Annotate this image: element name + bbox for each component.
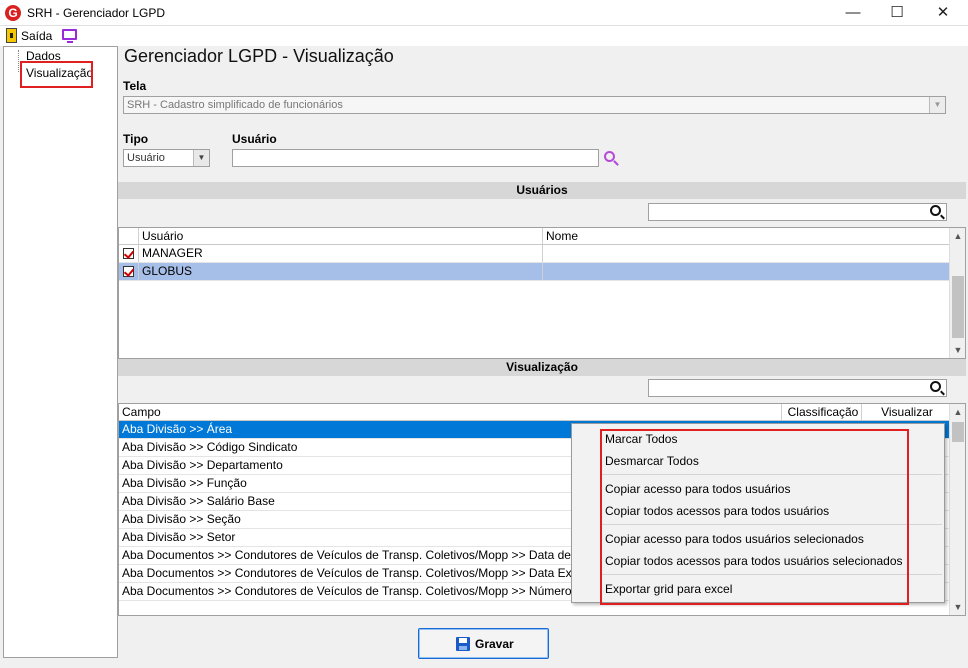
scrollbar-thumb[interactable] xyxy=(952,422,964,442)
sidebar-tree xyxy=(3,46,118,658)
column-classificacao[interactable]: Classificação xyxy=(782,404,862,420)
search-icon[interactable] xyxy=(930,381,941,392)
checkbox-checked[interactable] xyxy=(123,248,134,259)
scroll-up-icon[interactable]: ▲ xyxy=(950,228,966,244)
tipo-label: Tipo xyxy=(123,132,149,146)
minimize-button[interactable]: — xyxy=(830,0,876,26)
vertical-scrollbar[interactable]: ▲ ▼ xyxy=(949,228,965,358)
table-row-selected[interactable]: GLOBUS xyxy=(119,263,949,281)
cell-usuario: GLOBUS xyxy=(139,263,543,280)
maximize-button[interactable]: ☐ xyxy=(874,0,920,26)
scroll-up-icon[interactable]: ▲ xyxy=(950,404,966,420)
visualizacao-search-input[interactable] xyxy=(648,379,947,397)
usuarios-grid: Usuário Nome MANAGER GLOBUS ▲ ▼ xyxy=(118,227,966,359)
exit-door-icon[interactable] xyxy=(6,28,17,43)
scrollbar-thumb[interactable] xyxy=(952,276,964,338)
grid-header: Usuário Nome xyxy=(119,228,949,245)
scroll-down-icon[interactable]: ▼ xyxy=(950,342,966,358)
column-nome[interactable]: Nome xyxy=(543,228,949,244)
usuarios-section-title: Usuários xyxy=(118,182,966,199)
highlight-box xyxy=(600,429,909,605)
page-title: Gerenciador LGPD - Visualização xyxy=(124,46,394,66)
scroll-down-icon[interactable]: ▼ xyxy=(950,599,966,615)
search-icon[interactable] xyxy=(930,205,941,216)
tipo-select-value: Usuário xyxy=(127,152,165,164)
tela-label: Tela xyxy=(123,79,147,93)
save-button-label: Gravar xyxy=(475,637,514,651)
close-button[interactable]: ✕ xyxy=(920,0,966,26)
cell-usuario: MANAGER xyxy=(139,245,543,262)
chevron-down-icon[interactable]: ▼ xyxy=(193,150,209,166)
usuarios-search-input[interactable] xyxy=(648,203,947,221)
grid-header: Campo Classificação Visualizar xyxy=(119,404,949,421)
vertical-scrollbar[interactable]: ▲ ▼ xyxy=(949,404,965,615)
app-logo-icon: G xyxy=(5,5,21,21)
menu-exit[interactable]: Saída xyxy=(21,29,52,43)
window-title: SRH - Gerenciador LGPD xyxy=(27,6,166,20)
column-usuario[interactable]: Usuário xyxy=(139,228,543,244)
column-visualizar[interactable]: Visualizar xyxy=(862,404,949,420)
cell-nome xyxy=(543,245,949,262)
tipo-select[interactable]: Usuário ▼ xyxy=(123,149,210,167)
highlight-box xyxy=(20,61,93,88)
floppy-disk-icon xyxy=(456,637,470,651)
monitor-icon[interactable] xyxy=(62,29,77,43)
checkbox-checked[interactable] xyxy=(123,266,134,277)
usuario-label: Usuário xyxy=(232,132,277,146)
visualizacao-section-title: Visualização xyxy=(118,359,966,376)
cell-nome xyxy=(543,263,949,280)
menu-bar xyxy=(0,26,968,46)
usuario-input[interactable] xyxy=(232,149,599,167)
chevron-down-icon[interactable]: ▼ xyxy=(929,97,945,113)
search-icon[interactable] xyxy=(604,151,619,166)
tree-connector xyxy=(18,50,19,72)
column-campo[interactable]: Campo xyxy=(119,404,782,420)
table-row[interactable]: MANAGER xyxy=(119,245,949,263)
tela-select-value: SRH - Cadastro simplificado de funcionár… xyxy=(127,99,343,111)
save-button[interactable]: Gravar xyxy=(418,628,549,659)
tela-select[interactable]: SRH - Cadastro simplificado de funcionár… xyxy=(123,96,946,114)
